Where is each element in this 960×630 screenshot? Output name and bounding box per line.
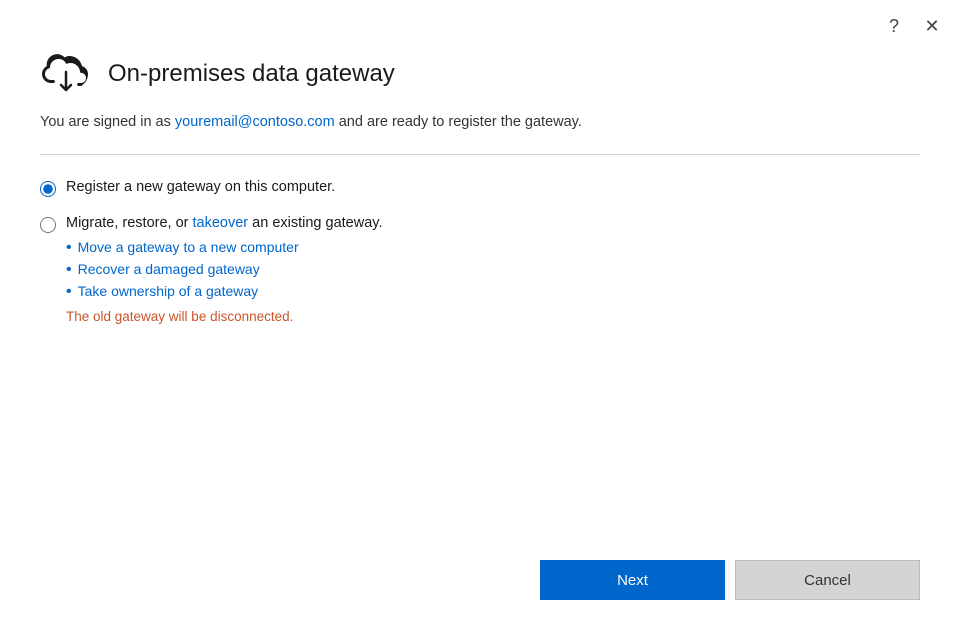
option2-radio[interactable] xyxy=(40,217,56,233)
option2-container: Migrate, restore, or takeover an existin… xyxy=(40,215,920,233)
option2-label-prefix: Migrate, restore, or xyxy=(66,215,193,231)
title-bar: ? ✕ xyxy=(0,0,960,42)
option1-container: Register a new gateway on this computer. xyxy=(40,179,920,197)
option1-radio[interactable] xyxy=(40,181,56,197)
subtitle-prefix: You are signed in as xyxy=(40,114,175,130)
list-item: Move a gateway to a new computer xyxy=(66,239,920,257)
option2-label-link: takeover xyxy=(193,215,249,231)
cancel-button[interactable]: Cancel xyxy=(735,560,920,600)
subtitle-text: You are signed in as youremail@contoso.c… xyxy=(40,112,920,134)
bullet-list: Move a gateway to a new computer Recover… xyxy=(66,239,920,301)
list-item: Recover a damaged gateway xyxy=(66,261,920,279)
dialog-title: On-premises data gateway xyxy=(108,60,395,88)
dialog-container: ? ✕ On-premises data gateway You are sig… xyxy=(0,0,960,630)
cloud-upload-icon xyxy=(40,52,92,96)
note-text: The old gateway will be disconnected. xyxy=(66,309,920,324)
option1-label[interactable]: Register a new gateway on this computer. xyxy=(66,179,335,195)
email-address: youremail@contoso.com xyxy=(175,114,335,130)
next-button[interactable]: Next xyxy=(540,560,725,600)
option2-details: Move a gateway to a new computer Recover… xyxy=(66,239,920,324)
close-button[interactable]: ✕ xyxy=(920,14,944,38)
dialog-header: On-premises data gateway xyxy=(40,52,920,96)
options-section: Register a new gateway on this computer.… xyxy=(40,179,920,520)
option2-wrapper: Migrate, restore, or takeover an existin… xyxy=(40,215,920,324)
title-bar-actions: ? ✕ xyxy=(882,14,944,38)
subtitle-suffix: and are ready to register the gateway. xyxy=(335,114,582,130)
option2-label-suffix: an existing gateway. xyxy=(248,215,382,231)
list-item: Take ownership of a gateway xyxy=(66,283,920,301)
dialog-footer: Next Cancel xyxy=(0,540,960,630)
dialog-content: On-premises data gateway You are signed … xyxy=(0,42,960,540)
help-button[interactable]: ? xyxy=(882,14,906,38)
divider xyxy=(40,154,920,155)
option2-label[interactable]: Migrate, restore, or takeover an existin… xyxy=(66,215,382,231)
